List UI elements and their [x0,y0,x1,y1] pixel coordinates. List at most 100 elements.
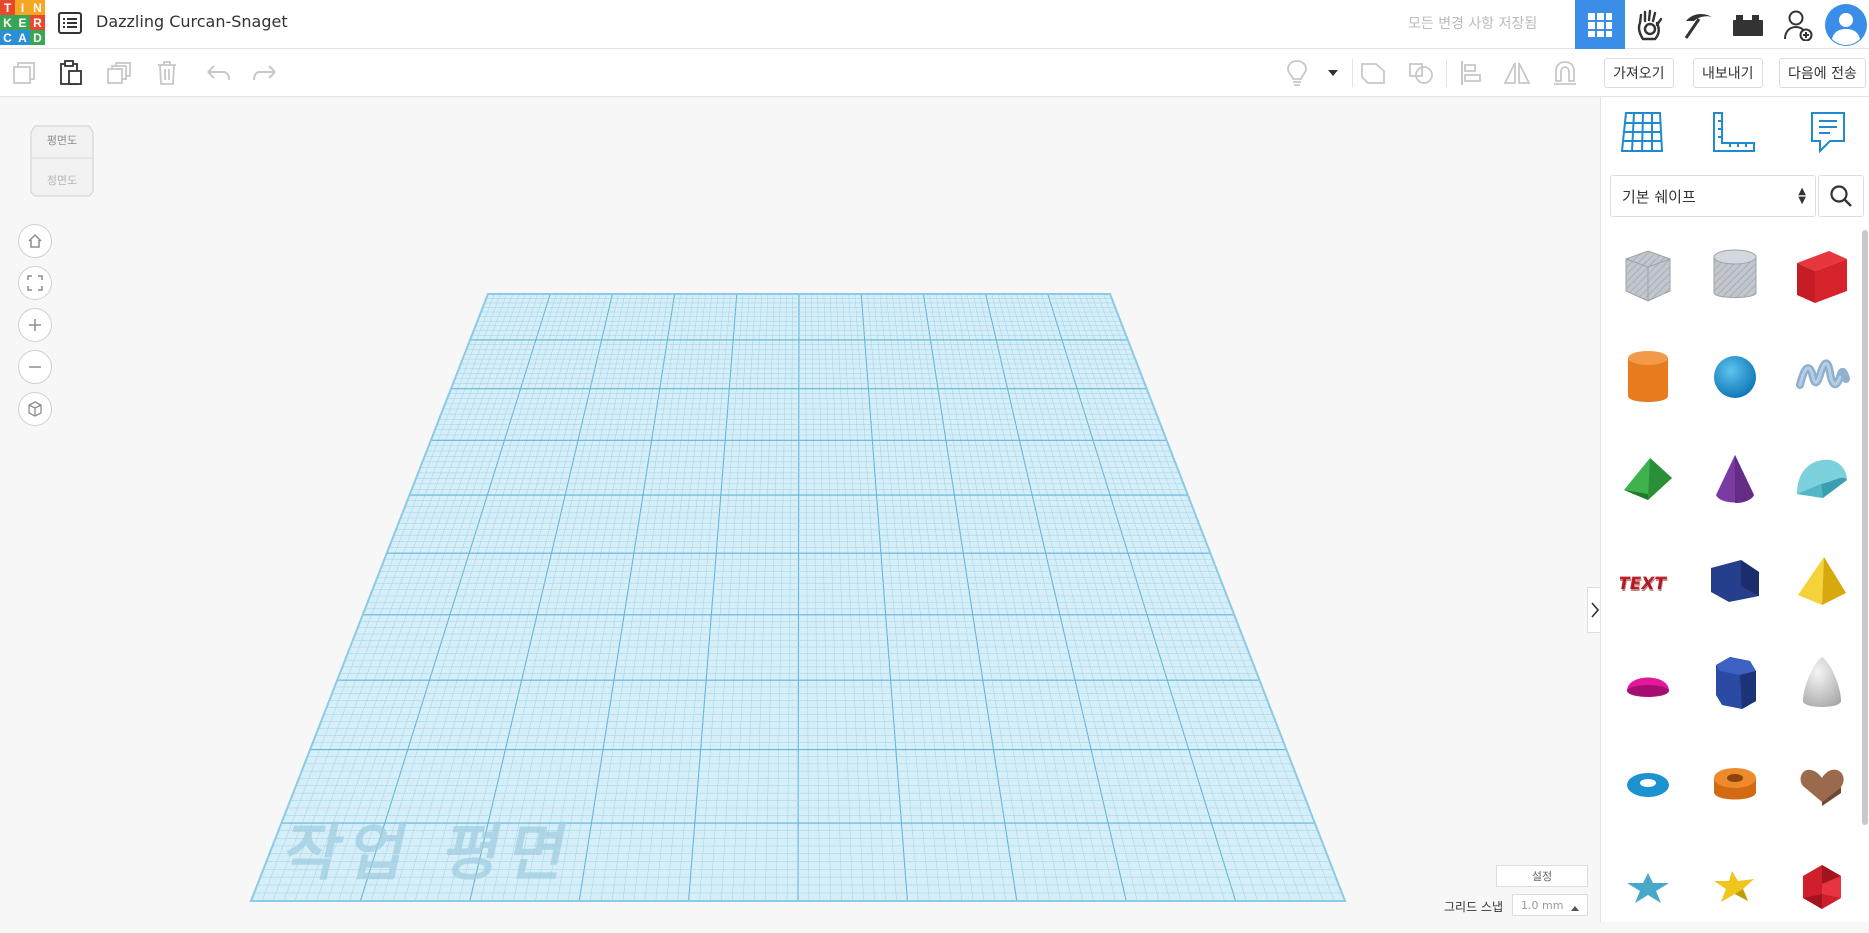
sphere-icon [1714,356,1756,398]
shape-pyramid[interactable] [1781,535,1863,627]
save-status: 모든 변경 사항 저장됨 [1408,16,1538,32]
add-user-icon[interactable] [1773,0,1823,49]
export-button[interactable]: 내보내기 [1693,58,1763,88]
notes-icon[interactable] [1805,109,1851,155]
design-list-icon[interactable] [58,12,82,34]
logo-letter: K [0,15,15,30]
select-arrows-icon: ▲ ▼ [1798,186,1806,206]
round-roof-icon [1797,459,1847,498]
shape-tube[interactable] [1694,739,1776,831]
heart-icon [1800,769,1844,806]
shape-round-roof[interactable] [1781,433,1863,525]
cylinder-hole-icon [1713,249,1757,298]
grid-snap-value: 1.0 mm [1521,898,1564,912]
roof-icon [1624,458,1672,500]
panel-collapse-button[interactable] [1587,587,1601,633]
design-title[interactable]: Dazzling Curcan-Snaget [96,12,288,31]
workplane-label: 작업 평면 [277,816,583,889]
pickaxe-icon[interactable] [1673,0,1723,49]
send-to-button[interactable]: 다음에 전송 [1779,58,1866,88]
workplane-grid[interactable] [0,97,1600,922]
shape-heart[interactable] [1781,739,1863,831]
shape-star[interactable] [1607,841,1689,933]
brick-icon[interactable] [1723,0,1773,49]
shape-polygon[interactable] [1694,637,1776,729]
shape-star-gold[interactable] [1694,841,1776,933]
shape-cone[interactable] [1694,433,1776,525]
toolbar-divider [1352,59,1353,87]
logo-letter: C [0,30,15,45]
shape-search-button[interactable] [1818,175,1864,217]
star-icon [1627,873,1669,903]
logo-letter: A [15,30,30,45]
shape-text[interactable]: TEXT TEXT [1607,535,1689,627]
box-hole-icon [1625,250,1671,302]
chevron-up-icon [1571,901,1579,914]
workplane-grid-icon[interactable] [1619,109,1665,155]
ungroup-icon[interactable] [1406,59,1436,87]
shape-paraboloid[interactable] [1781,637,1863,729]
half-sphere-icon [1627,677,1669,697]
svg-text:TEXT: TEXT [1620,576,1669,596]
cylinder-icon [1628,351,1668,402]
cone-icon [1716,455,1754,503]
text-icon: TEXTTEXT [1620,574,1669,596]
star-gold-icon [1714,871,1754,902]
scribble-icon [1796,359,1850,389]
shape-sphere[interactable] [1694,331,1776,423]
shape-torus[interactable] [1607,739,1689,831]
grid-snap-select[interactable]: 1.0 mm [1512,894,1588,916]
shape-half-sphere[interactable] [1607,637,1689,729]
lightbulb-icon[interactable] [1282,59,1312,87]
group-icon[interactable] [1358,59,1388,87]
shape-box[interactable] [1781,229,1863,321]
shape-cylinder-hole[interactable] [1694,229,1776,321]
user-avatar[interactable] [1822,0,1869,49]
tube-icon [1714,768,1756,800]
logo-letter: R [30,15,45,30]
logo-letter: D [30,30,45,45]
logo-letter: N [30,0,45,15]
blocks-hand-icon[interactable] [1625,0,1675,49]
settings-button[interactable]: 설정 [1496,865,1588,887]
shape-category-select[interactable]: 기본 쉐이프 ▲ ▼ [1610,175,1816,217]
shape-scribble[interactable] [1781,331,1863,423]
redo-icon[interactable] [250,59,280,87]
import-button[interactable]: 가져오기 [1604,58,1674,88]
wedge-icon [1711,560,1759,602]
shape-category-value: 기본 쉐이프 [1622,187,1696,206]
search-icon [1830,185,1852,207]
cruise-magnet-icon[interactable] [1550,59,1580,87]
edit-toolbar: 가져오기 내보내기 다음에 전송 [0,49,1869,97]
copy-icon[interactable] [8,59,38,87]
mirror-icon[interactable] [1502,59,1532,87]
paraboloid-icon [1803,657,1841,707]
workplane-canvas[interactable]: 평면도 정면도 작업 평면 설정 그리드 스냅 1.0 mm [0,97,1601,922]
shape-roof[interactable] [1607,433,1689,525]
logo-letter: I [15,0,30,15]
box-icon [1797,251,1847,303]
chevron-down-icon[interactable] [1321,59,1345,87]
torus-icon [1627,773,1669,797]
shape-icosahedron[interactable] [1781,841,1863,933]
toolbar-divider [1446,59,1447,87]
ruler-icon[interactable] [1711,109,1757,155]
shape-wedge[interactable] [1694,535,1776,627]
align-icon[interactable] [1456,59,1486,87]
delete-icon[interactable] [152,59,182,87]
logo-letter: E [15,15,30,30]
tinkercad-logo[interactable]: TINKERCAD [0,0,45,45]
top-bar: TINKERCAD Dazzling Curcan-Snaget 모든 변경 사… [0,0,1869,49]
polygon-icon [1716,657,1756,709]
shape-panel-scrollbar[interactable] [1862,230,1868,825]
shape-box-hole[interactable] [1607,229,1689,321]
undo-icon[interactable] [203,59,233,87]
grid-snap-label: 그리드 스냅 [1444,900,1504,914]
shape-cylinder[interactable] [1607,331,1689,423]
pyramid-icon [1798,557,1846,605]
paste-icon[interactable] [56,59,86,87]
logo-letter: T [0,0,15,15]
shapes-panel: 기본 쉐이프 ▲ ▼ TEXT TEXT [1600,97,1869,922]
duplicate-icon[interactable] [104,59,134,87]
3d-view-grid-icon[interactable] [1575,0,1625,49]
